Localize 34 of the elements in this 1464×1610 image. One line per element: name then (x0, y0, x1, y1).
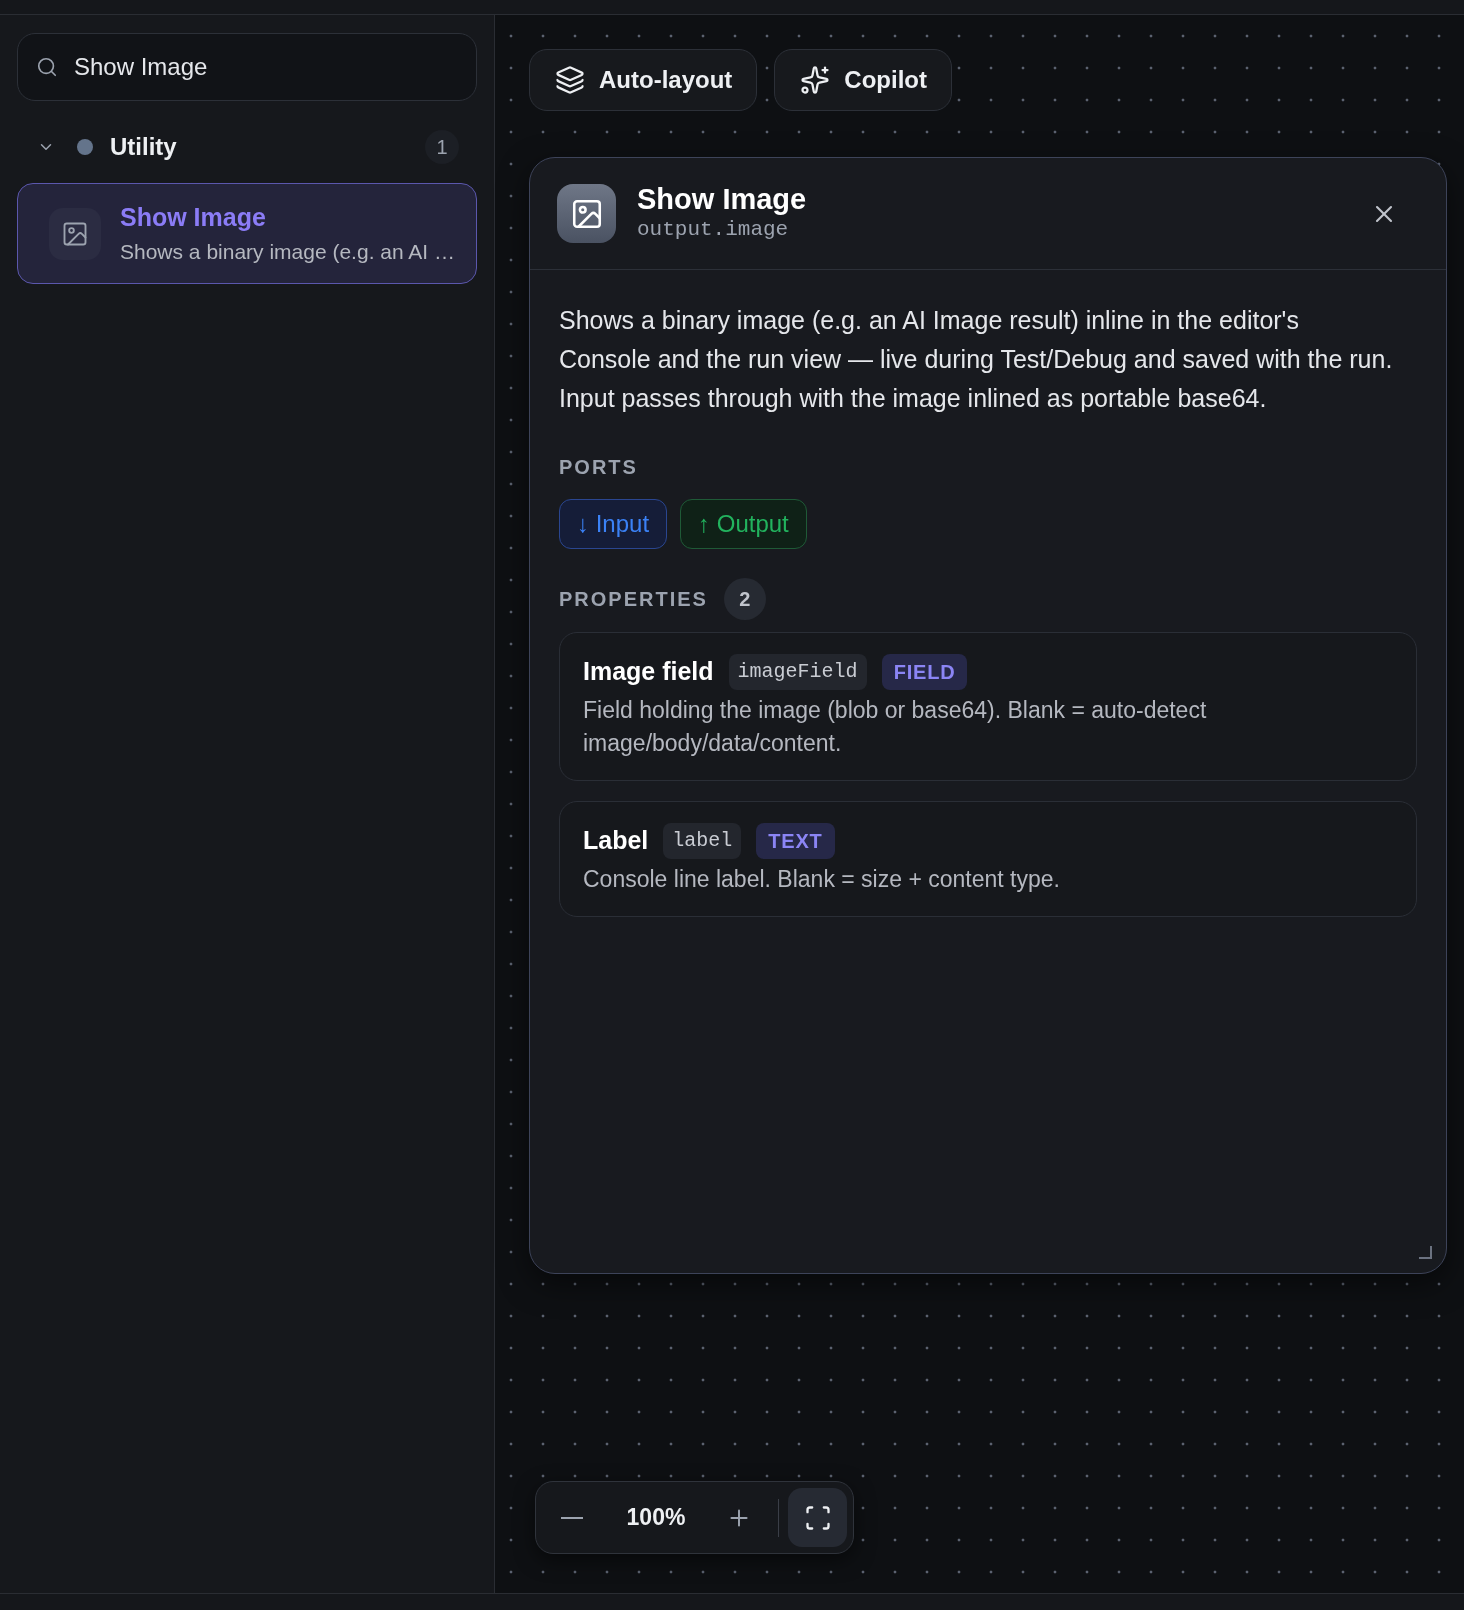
layers-icon (555, 65, 585, 95)
image-icon (49, 207, 101, 260)
panel-title: Show Image (637, 183, 807, 216)
property-key: imageField (728, 654, 867, 690)
minus-icon (561, 1516, 583, 1519)
node-type: output.image (637, 217, 790, 243)
property-name: Label (583, 825, 649, 857)
toolbar-button[interactable]: Auto-layout (529, 49, 758, 111)
search-field[interactable]: Show Image (17, 33, 477, 101)
fit-view-button[interactable] (788, 1488, 847, 1547)
property-name: Image field (583, 656, 714, 688)
port-badge: ↑ Output (680, 499, 807, 549)
resize-grip-icon[interactable] (1418, 1245, 1432, 1259)
node-description: Shows a binary image (e.g. an AI Image result) inline in the editor's Console and the run view — live during Test/Debug and saved with the run. Input passes through with the image inlined as portable base64. (559, 305, 1394, 414)
category-label[interactable]: Utility (110, 129, 177, 165)
property-description: Field holding the image (blob or base64). Blank = auto-detect image/body/data/content. (583, 696, 1208, 758)
toolbar-button[interactable]: Copilot (774, 49, 952, 111)
fullscreen-icon (803, 1503, 832, 1532)
node-title: Show Image (120, 202, 267, 232)
property-type: FIELD (881, 654, 968, 690)
property-key: label (663, 823, 742, 859)
search-icon (36, 56, 58, 78)
property-description: Console line label. Blank = size + content type. (583, 865, 1061, 894)
property-type: TEXT (756, 823, 835, 859)
image-icon (557, 184, 616, 243)
section-heading: PORTS (559, 455, 638, 479)
section-heading: PROPERTIES (559, 587, 708, 611)
node-description: Shows a binary image (e.g. an AI … (120, 239, 455, 265)
sparkles-icon (800, 65, 831, 95)
port-badge: ↓ Input (559, 499, 668, 549)
zoom-level: 100% (625, 1503, 687, 1533)
count-badge: 2 (723, 578, 766, 620)
count-badge: 1 (425, 130, 459, 164)
node-list-item[interactable]: Show Image Shows a binary image (e.g. an AI … (17, 183, 477, 284)
